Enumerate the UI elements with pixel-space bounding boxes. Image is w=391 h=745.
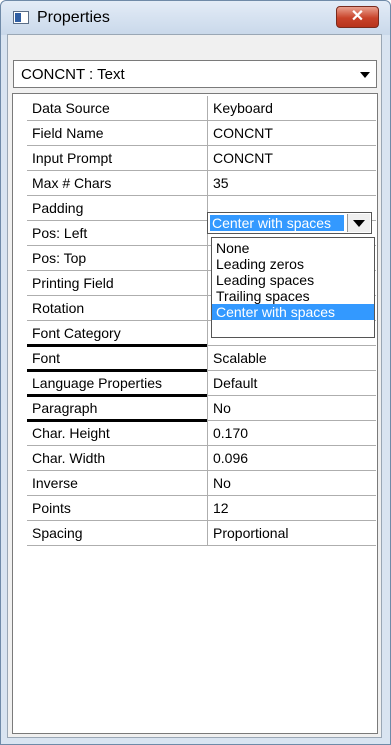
window-title: Properties: [37, 9, 110, 26]
property-row[interactable]: Max # Chars 35: [27, 171, 376, 196]
dropdown-arrow-icon[interactable]: [347, 214, 370, 232]
property-row[interactable]: Data Source Keyboard: [27, 96, 376, 121]
property-name: Char. Width: [32, 450, 106, 466]
close-button[interactable]: ✕: [336, 6, 379, 28]
column-divider: [207, 271, 208, 295]
window-icon: [13, 11, 29, 24]
property-name: Char. Height: [32, 425, 110, 441]
property-value[interactable]: Proportional: [213, 521, 373, 545]
property-name: Inverse: [32, 475, 78, 491]
property-name: Input Prompt: [32, 150, 113, 166]
object-selector[interactable]: CONCNT : Text: [13, 60, 377, 88]
property-name: Font Category: [32, 325, 121, 341]
column-divider: [207, 371, 208, 395]
property-value[interactable]: Scalable: [213, 346, 373, 370]
property-value[interactable]: No: [213, 471, 373, 495]
padding-dropdown-list: None Leading zeros Leading spaces Trailing …: [211, 237, 375, 338]
property-name: Data Source: [32, 100, 110, 116]
property-name: Max # Chars: [32, 175, 112, 191]
property-name: Field Name: [32, 125, 104, 141]
column-divider: [207, 121, 208, 145]
column-divider: [207, 296, 208, 320]
property-name: Padding: [32, 200, 84, 216]
column-divider: [207, 321, 208, 345]
property-row[interactable]: Input Prompt CONCNT: [27, 146, 376, 171]
column-divider: [207, 521, 208, 545]
column-divider: [207, 446, 208, 470]
property-row[interactable]: Language Properties Default: [27, 371, 376, 397]
padding-dropdown-value: Center with spaces: [210, 215, 344, 231]
property-row[interactable]: Font Scalable: [27, 346, 376, 372]
object-selector-value: CONCNT : Text: [21, 66, 125, 83]
property-value[interactable]: 35: [213, 171, 373, 195]
property-value[interactable]: 0.096: [213, 446, 373, 470]
chevron-down-icon[interactable]: [360, 72, 370, 78]
property-row[interactable]: Spacing Proportional: [27, 521, 376, 546]
column-divider: [207, 346, 208, 370]
property-value[interactable]: CONCNT: [213, 121, 373, 145]
property-row[interactable]: Char. Height 0.170: [27, 421, 376, 446]
property-name: Printing Field: [32, 275, 114, 291]
column-divider: [207, 496, 208, 520]
property-name: Paragraph: [32, 400, 98, 416]
property-value[interactable]: Default: [213, 371, 373, 395]
column-divider: [207, 246, 208, 270]
column-divider: [207, 171, 208, 195]
dropdown-option[interactable]: Leading spaces: [212, 272, 374, 288]
property-name: Font: [32, 350, 61, 366]
property-value[interactable]: 12: [213, 496, 373, 520]
property-value[interactable]: CONCNT: [213, 146, 373, 170]
property-row[interactable]: Inverse No: [27, 471, 376, 496]
column-divider: [207, 396, 208, 420]
property-name: Pos: Top: [32, 250, 87, 266]
column-divider: [207, 421, 208, 445]
property-name: Language Properties: [32, 375, 162, 391]
property-name: Pos: Left: [32, 225, 88, 241]
dropdown-option[interactable]: None: [212, 240, 374, 256]
property-name: Spacing: [32, 525, 83, 541]
dropdown-option[interactable]: Trailing spaces: [212, 288, 374, 304]
dropdown-option[interactable]: Leading zeros: [212, 256, 374, 272]
property-row[interactable]: Field Name CONCNT: [27, 121, 376, 146]
title-bar[interactable]: Properties ✕: [1, 1, 390, 35]
property-row[interactable]: Char. Width 0.096: [27, 446, 376, 471]
column-divider: [207, 146, 208, 170]
property-name: Points: [32, 500, 71, 516]
property-value[interactable]: 0.170: [213, 421, 373, 445]
dropdown-option[interactable]: Center with spaces: [212, 304, 374, 320]
property-value[interactable]: Keyboard: [213, 96, 373, 120]
column-divider: [207, 96, 208, 120]
property-name: Rotation: [32, 300, 85, 316]
padding-dropdown[interactable]: Center with spaces: [207, 212, 372, 234]
property-row[interactable]: Points 12: [27, 496, 376, 521]
column-divider: [207, 471, 208, 495]
property-value[interactable]: No: [213, 396, 373, 420]
property-row[interactable]: Paragraph No: [27, 396, 376, 422]
